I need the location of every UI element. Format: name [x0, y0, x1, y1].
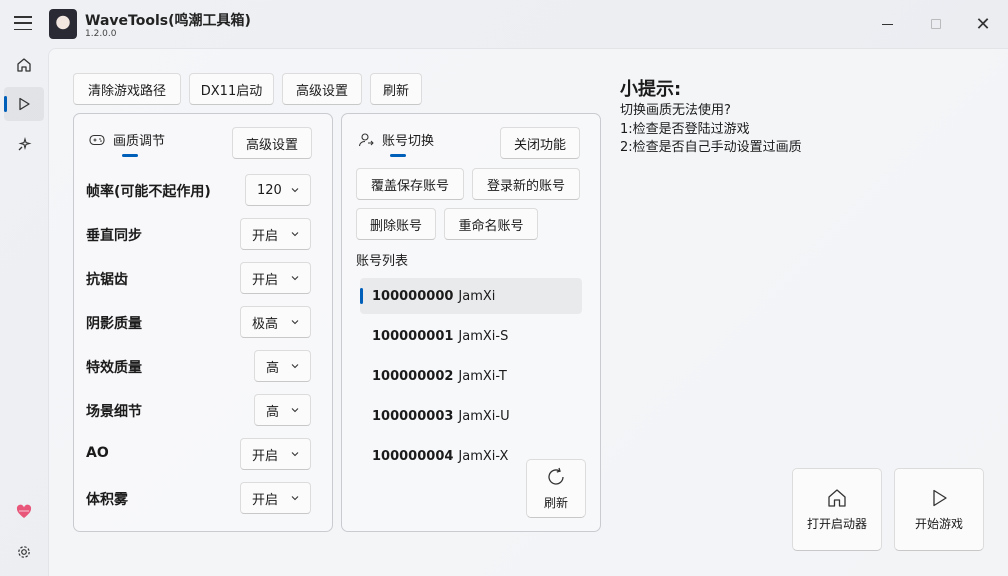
nav-settings[interactable]	[4, 535, 44, 569]
shadow-quality-value: 极高	[252, 316, 279, 332]
nav-support[interactable]	[4, 495, 44, 529]
antialias-value: 开启	[252, 272, 279, 288]
chevron-down-icon	[291, 452, 299, 457]
gear-icon	[18, 546, 30, 558]
advanced-settings-button[interactable]: 高级设置	[282, 73, 362, 105]
tips-title: 小提示:	[620, 79, 682, 100]
login-new-account-button[interactable]: 登录新的账号	[472, 168, 580, 200]
account-switch-icon	[358, 132, 374, 146]
nav-active-indicator	[4, 96, 7, 112]
hamburger-menu-icon[interactable]	[14, 15, 32, 31]
chevron-down-icon	[291, 408, 299, 413]
app-title: WaveTools(鸣潮工具箱)	[85, 13, 251, 29]
selection-indicator	[360, 288, 363, 304]
setting-label-antialias: 抗锯齿	[86, 272, 128, 288]
account-id: 100000003	[372, 408, 454, 424]
graphics-header: 画质调节	[89, 130, 165, 149]
delete-account-button[interactable]: 删除账号	[356, 208, 436, 240]
close-button[interactable]: ✕	[971, 12, 995, 36]
graphics-advanced-button[interactable]: 高级设置	[232, 127, 312, 159]
account-id: 100000000	[372, 288, 454, 304]
rename-account-button[interactable]: 重命名账号	[444, 208, 538, 240]
account-tab-indicator	[390, 154, 406, 157]
scene-detail-select[interactable]: 高	[254, 394, 311, 426]
overwrite-save-account-button[interactable]: 覆盖保存账号	[356, 168, 464, 200]
setting-label-vsync: 垂直同步	[86, 228, 142, 244]
heart-icon	[16, 504, 32, 518]
dx11-launch-button[interactable]: DX11启动	[189, 73, 274, 105]
refresh-icon	[548, 467, 564, 485]
gamepad-icon	[89, 134, 105, 145]
fps-select[interactable]: 120	[245, 174, 311, 206]
graphics-title: 画质调节	[113, 134, 166, 149]
app-logo	[49, 9, 77, 39]
volumetric-fog-value: 开启	[252, 492, 279, 508]
open-launcher-button[interactable]: 打开启动器	[792, 468, 882, 551]
account-list-label: 账号列表	[356, 254, 409, 269]
account-name: JamXi-S	[458, 328, 509, 344]
start-game-button[interactable]: 开始游戏	[894, 468, 984, 551]
account-list-item[interactable]: 100000003 JamXi-U	[360, 398, 582, 434]
volumetric-fog-select[interactable]: 开启	[240, 482, 311, 514]
nav-tools[interactable]	[4, 128, 44, 162]
app-version: 1.2.0.0	[85, 29, 117, 39]
account-name: JamXi-X	[458, 448, 509, 464]
side-navigation	[0, 48, 48, 576]
minimize-button[interactable]	[875, 12, 899, 36]
nav-home[interactable]	[4, 48, 44, 82]
setting-label-volumetric-fog: 体积雾	[86, 492, 128, 508]
account-refresh-label: 刷新	[543, 496, 568, 510]
setting-label-effects: 特效质量	[86, 360, 142, 376]
account-name: JamXi-T	[458, 368, 507, 384]
chevron-down-icon	[291, 232, 299, 237]
setting-label-fps: 帧率(可能不起作用)	[86, 184, 211, 200]
ao-value: 开启	[252, 448, 279, 464]
setting-label-scene-detail: 场景细节	[86, 404, 142, 420]
account-name: JamXi-U	[458, 408, 510, 424]
tip-line: 2:检查是否自己手动设置过画质	[620, 140, 802, 155]
title-bar: WaveTools(鸣潮工具箱) 1.2.0.0 ✕	[0, 0, 1008, 48]
tip-line: 切换画质无法使用?	[620, 103, 731, 118]
scene-detail-value: 高	[266, 404, 280, 420]
setting-label-ao: AO	[86, 445, 109, 461]
account-name: JamXi	[458, 288, 496, 304]
start-game-label: 开始游戏	[914, 517, 963, 531]
nav-game[interactable]	[4, 87, 44, 121]
effects-quality-value: 高	[266, 360, 280, 376]
account-title: 账号切换	[382, 134, 435, 149]
account-list-item[interactable]: 100000001 JamXi-S	[360, 318, 582, 354]
chevron-down-icon	[291, 188, 299, 193]
close-feature-button[interactable]: 关闭功能	[500, 127, 580, 159]
chevron-down-icon	[291, 320, 299, 325]
home-icon	[828, 489, 846, 507]
account-id: 100000004	[372, 448, 454, 464]
chevron-down-icon	[291, 496, 299, 501]
clear-game-path-button[interactable]: 清除游戏路径	[73, 73, 181, 105]
chevron-down-icon	[291, 364, 299, 369]
account-list-item[interactable]: 100000000 JamXi	[360, 278, 582, 314]
tip-line: 1:检查是否登陆过游戏	[620, 122, 750, 137]
shadow-quality-select[interactable]: 极高	[240, 306, 311, 338]
maximize-button[interactable]	[924, 12, 948, 36]
ao-select[interactable]: 开启	[240, 438, 311, 470]
refresh-button[interactable]: 刷新	[370, 73, 422, 105]
setting-label-shadow: 阴影质量	[86, 316, 142, 332]
fps-value: 120	[257, 182, 282, 198]
antialias-select[interactable]: 开启	[240, 262, 311, 294]
account-refresh-button[interactable]: 刷新	[526, 459, 586, 518]
play-icon	[19, 97, 30, 111]
vsync-value: 开启	[252, 228, 279, 244]
play-icon	[933, 489, 947, 507]
account-id: 100000001	[372, 328, 454, 344]
home-icon	[17, 58, 31, 72]
account-list-item[interactable]: 100000002 JamXi-T	[360, 358, 582, 394]
graphics-tab-indicator	[122, 154, 138, 157]
chevron-down-icon	[291, 276, 299, 281]
tools-icon	[18, 137, 32, 151]
account-header: 账号切换	[358, 130, 434, 149]
vsync-select[interactable]: 开启	[240, 218, 311, 250]
effects-quality-select[interactable]: 高	[254, 350, 311, 382]
account-id: 100000002	[372, 368, 454, 384]
open-launcher-label: 打开启动器	[806, 517, 867, 531]
